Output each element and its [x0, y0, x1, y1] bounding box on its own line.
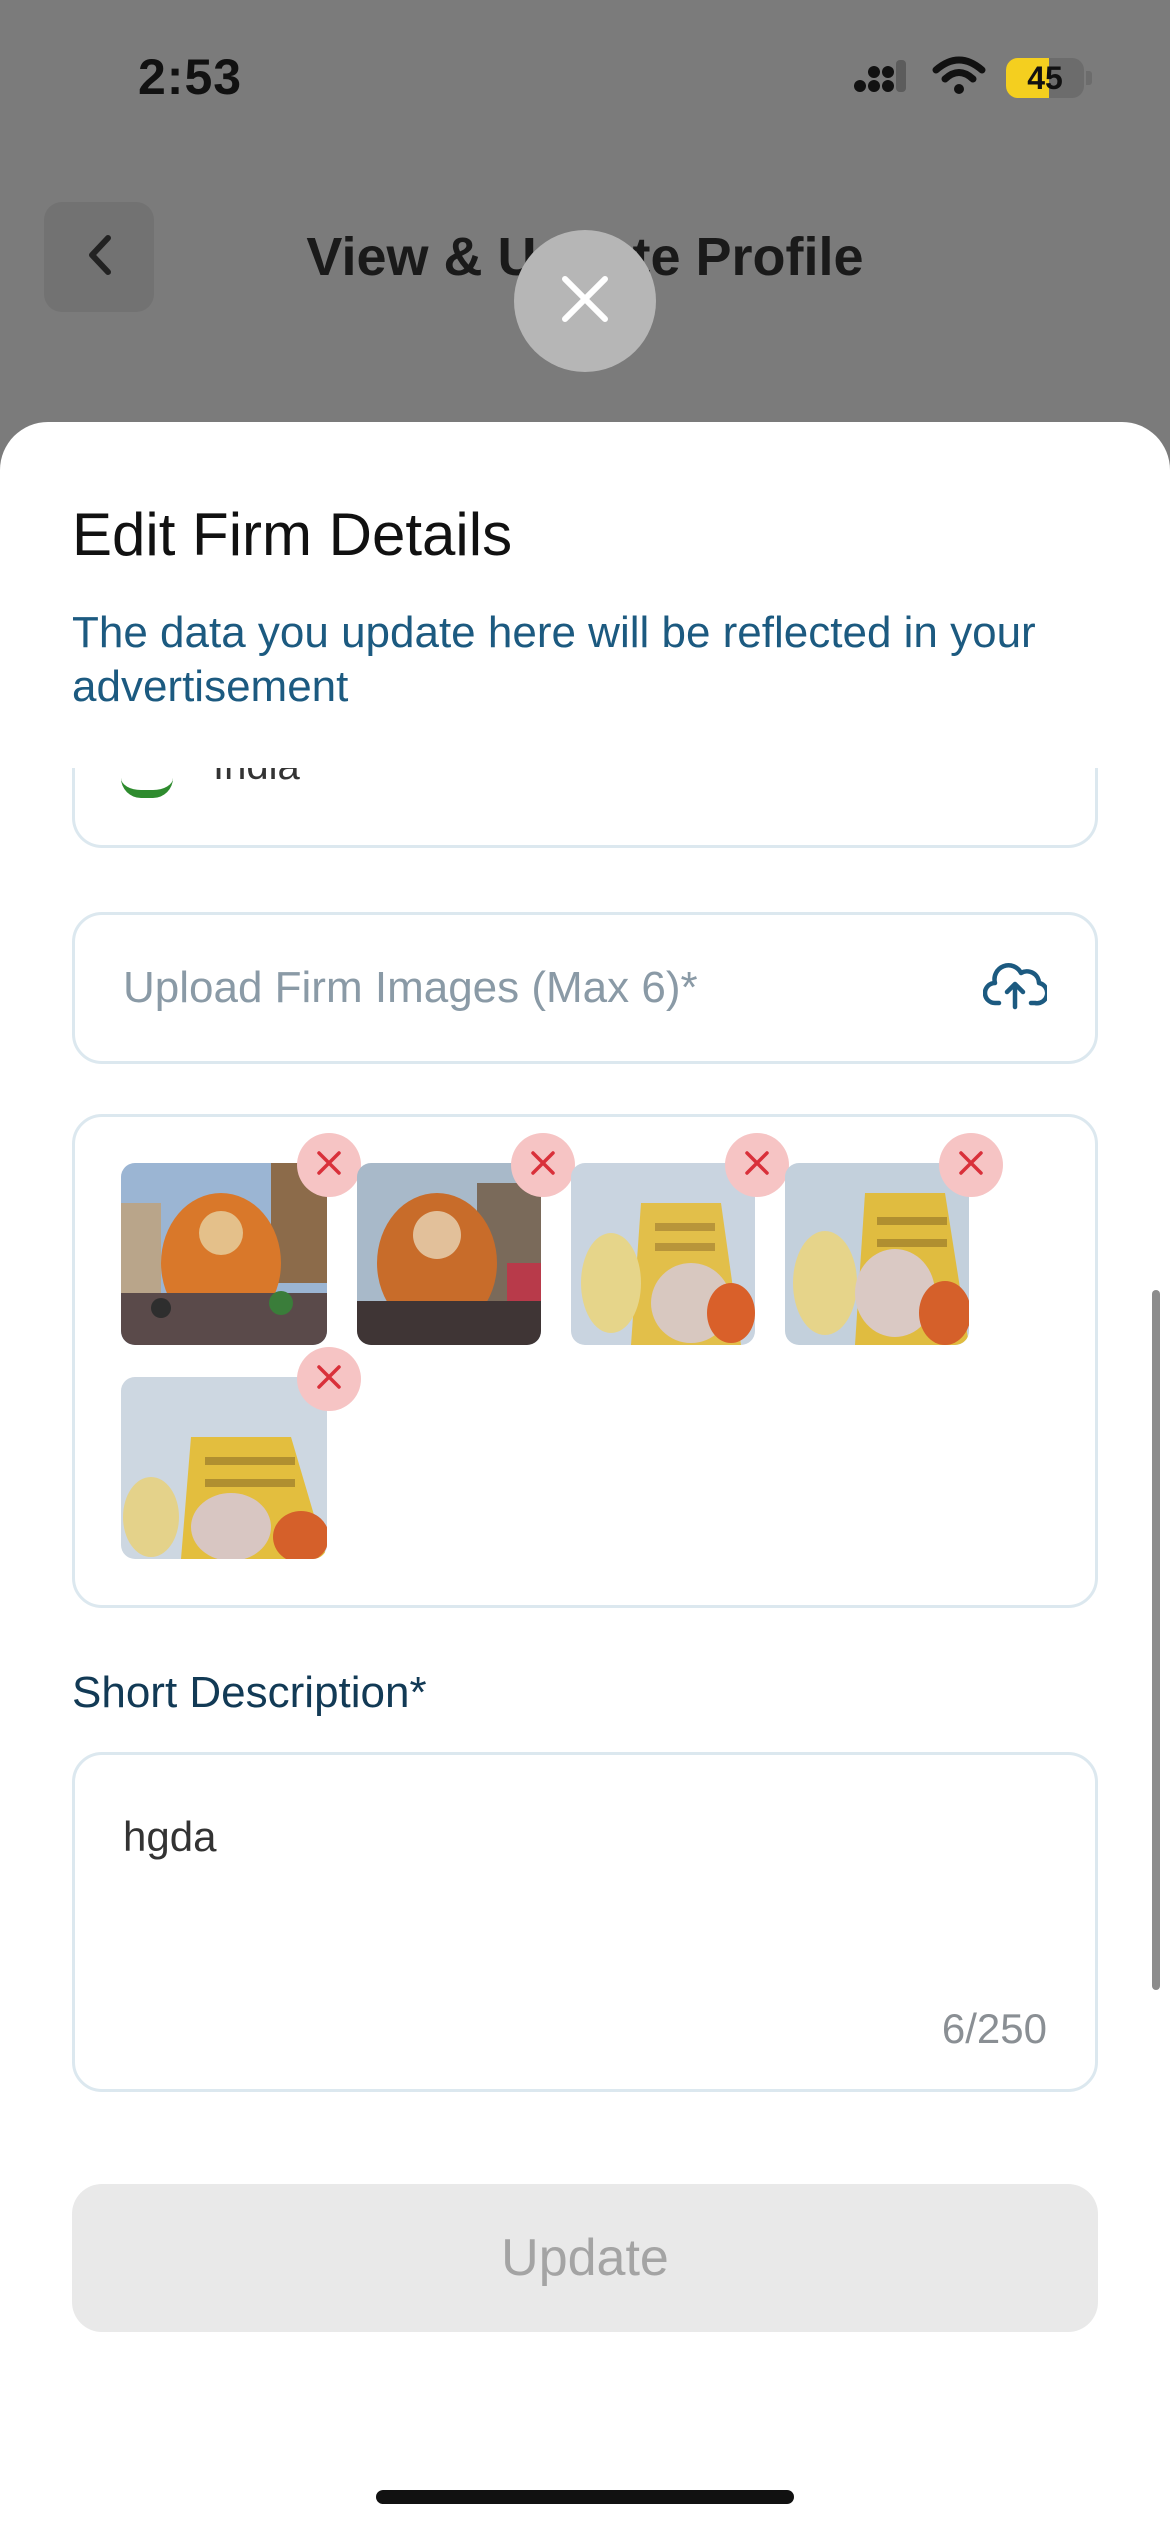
- header-mask: [0, 712, 1170, 768]
- remove-icon: [744, 1150, 770, 1181]
- remove-icon: [316, 1364, 342, 1395]
- remove-image-5-button[interactable]: [297, 1347, 361, 1411]
- home-indicator[interactable]: [376, 2490, 794, 2504]
- close-icon: [557, 271, 613, 332]
- battery-icon: 45: [1006, 58, 1084, 98]
- remove-icon: [316, 1150, 342, 1181]
- short-description-value: hgda: [123, 1813, 217, 1860]
- wifi-icon: [932, 56, 986, 101]
- update-button[interactable]: Update: [72, 2184, 1098, 2332]
- india-flag-icon: [121, 778, 173, 798]
- remove-image-3-button[interactable]: [725, 1133, 789, 1197]
- firm-image-1[interactable]: [121, 1163, 327, 1345]
- firm-image-3[interactable]: [571, 1163, 755, 1345]
- short-description-label: Short Description*: [72, 1668, 427, 1717]
- battery-tip: [1086, 71, 1092, 85]
- cellular-icon: [852, 56, 912, 101]
- character-counter: 6/250: [941, 2005, 1047, 2052]
- upload-placeholder: Upload Firm Images (Max 6)*: [123, 963, 698, 1012]
- battery-level: 45: [1027, 59, 1063, 96]
- screen: 2:53 45 View & Profile Edit Firm Details…: [0, 0, 1170, 2532]
- cloud-upload-icon[interactable]: [982, 959, 1050, 1018]
- close-modal-button[interactable]: [514, 230, 656, 372]
- sheet-subtitle: The data you update here will be reflect…: [72, 608, 1036, 711]
- short-description-input[interactable]: hgda 6/250: [72, 1752, 1098, 2092]
- sheet-title: Edit Firm Details: [72, 501, 513, 568]
- remove-image-2-button[interactable]: [511, 1133, 575, 1197]
- edit-firm-sheet: India Edit Firm Details The data you upd…: [0, 422, 1170, 2532]
- remove-image-1-button[interactable]: [297, 1133, 361, 1197]
- remove-icon: [530, 1150, 556, 1181]
- scrollbar[interactable]: [1152, 1290, 1160, 1990]
- firm-image-5[interactable]: [121, 1377, 327, 1559]
- firm-images-grid: [72, 1114, 1098, 1608]
- upload-images-field[interactable]: Upload Firm Images (Max 6)*: [72, 912, 1098, 1064]
- firm-image-4[interactable]: [785, 1163, 969, 1345]
- firm-image-2[interactable]: [357, 1163, 541, 1345]
- remove-image-4-button[interactable]: [939, 1133, 1003, 1197]
- remove-icon: [958, 1150, 984, 1181]
- status-icons: 45: [852, 56, 1092, 100]
- status-time: 2:53: [138, 49, 243, 105]
